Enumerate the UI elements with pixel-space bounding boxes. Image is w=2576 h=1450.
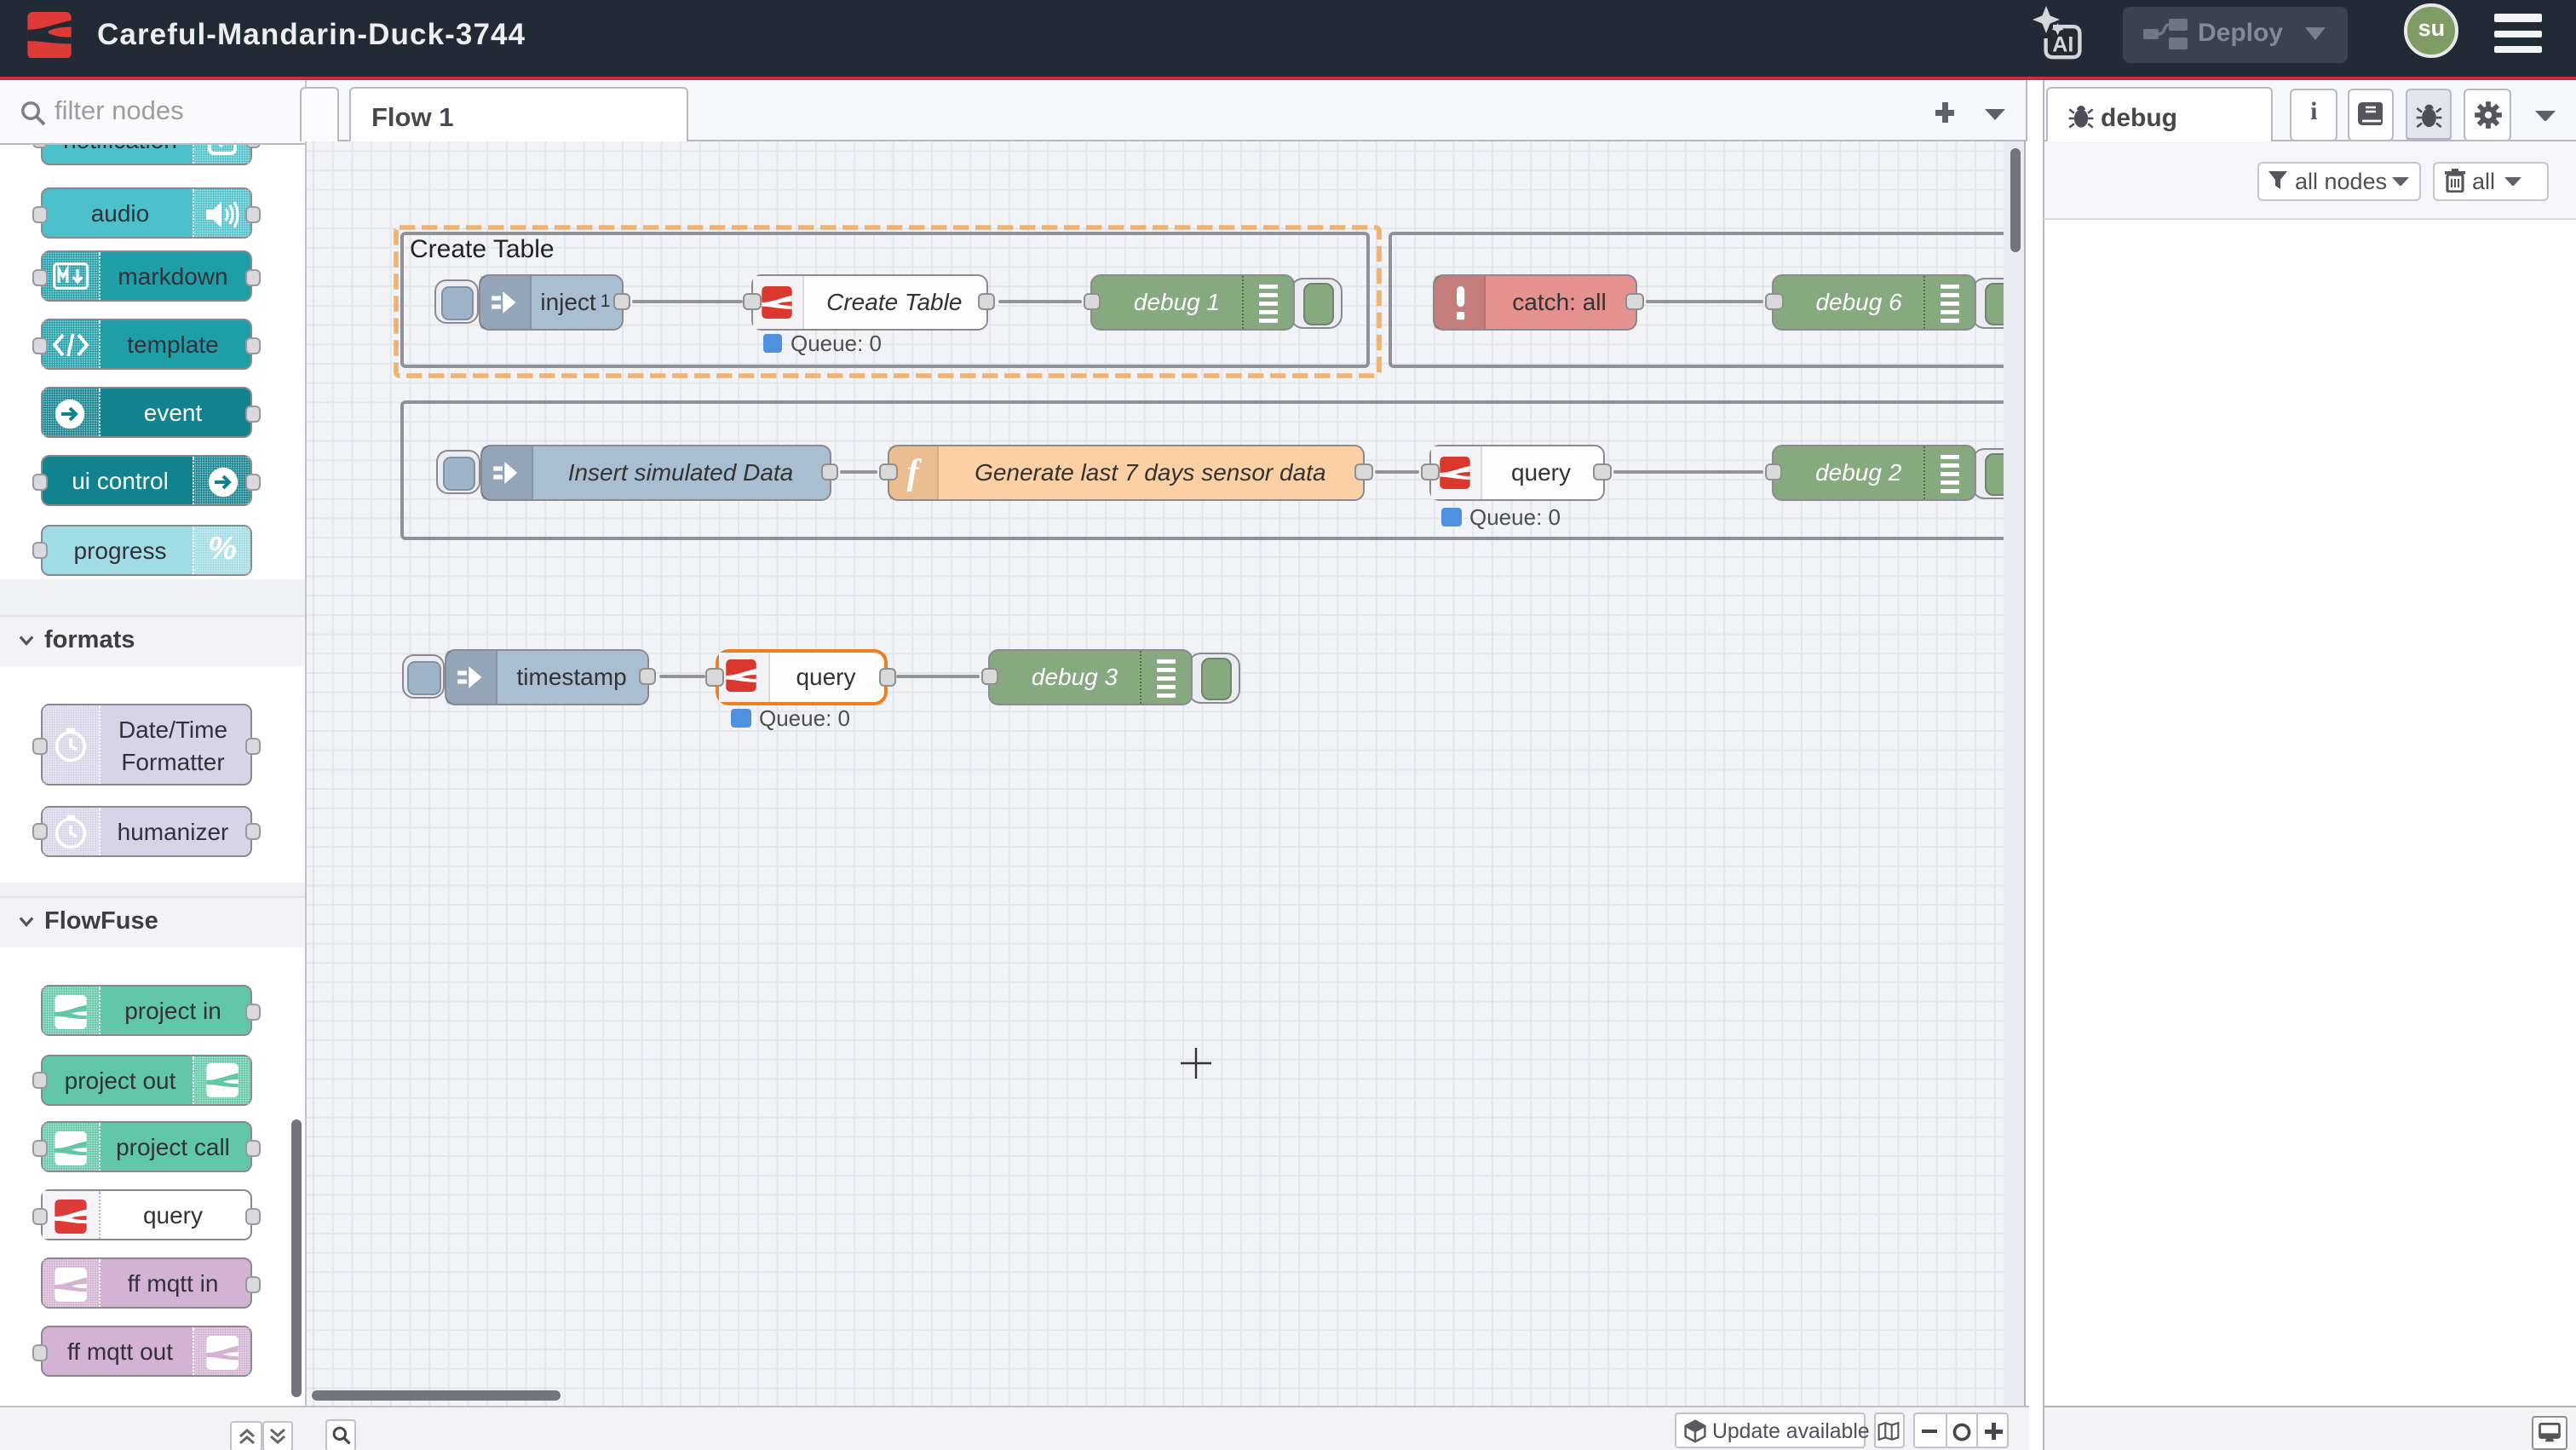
svg-text:AI: AI <box>2052 32 2073 56</box>
